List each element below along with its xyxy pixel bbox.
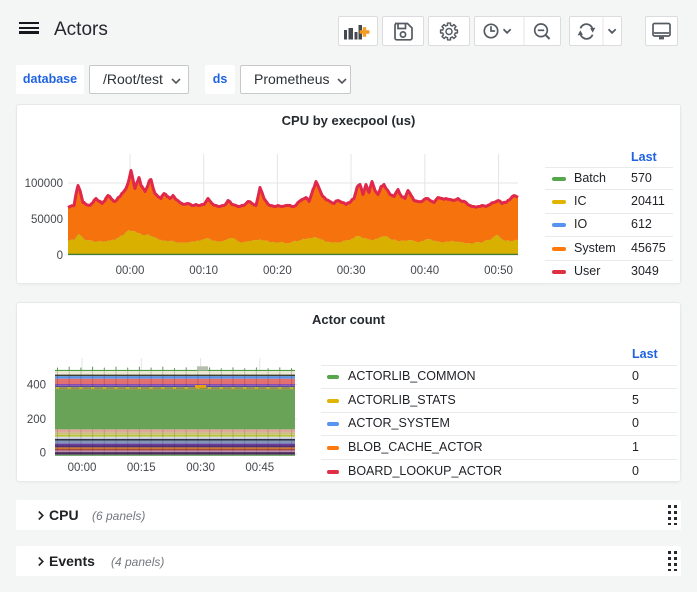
svg-text:100000: 100000	[25, 178, 63, 190]
svg-text:50000: 50000	[31, 214, 63, 226]
svg-text:00:00: 00:00	[116, 265, 145, 277]
svg-text:00:15: 00:15	[127, 462, 156, 474]
svg-text:00:45: 00:45	[245, 462, 274, 474]
svg-text:0: 0	[40, 448, 46, 460]
svg-text:200: 200	[27, 414, 46, 426]
svg-text:00:30: 00:30	[337, 265, 366, 277]
svg-text:00:10: 00:10	[189, 265, 218, 277]
svg-text:0: 0	[57, 250, 63, 262]
svg-text:00:00: 00:00	[68, 462, 97, 474]
svg-text:00:30: 00:30	[186, 462, 215, 474]
svg-text:00:40: 00:40	[410, 265, 439, 277]
svg-text:00:50: 00:50	[484, 265, 513, 277]
svg-text:400: 400	[27, 380, 46, 392]
svg-text:00:20: 00:20	[263, 265, 292, 277]
